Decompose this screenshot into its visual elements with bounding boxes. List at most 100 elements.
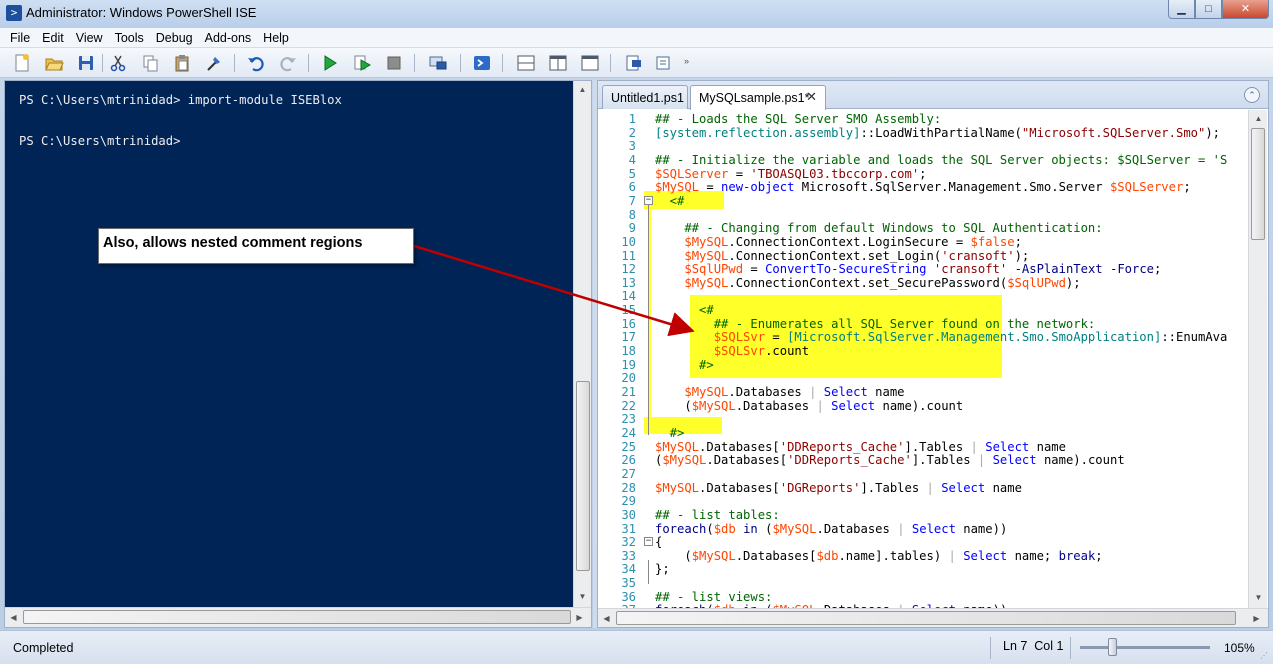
line-number: 27 bbox=[621, 466, 636, 481]
tab-label: Untitled1.ps1 bbox=[611, 91, 684, 105]
scroll-thumb[interactable] bbox=[616, 611, 1236, 625]
menu-view[interactable]: View bbox=[70, 28, 109, 47]
line-number: 16 bbox=[621, 316, 636, 331]
fold-collapse-icon[interactable]: − bbox=[644, 537, 653, 546]
line-number: 5 bbox=[628, 166, 636, 181]
tab-mysqlsample[interactable]: MySQLsample.ps1* ✕ bbox=[690, 85, 826, 110]
layout-right-icon[interactable] bbox=[548, 53, 568, 73]
console-vertical-scrollbar[interactable]: ▲ ▼ bbox=[573, 81, 591, 607]
console-horizontal-scrollbar[interactable]: ◀ ▶ bbox=[5, 607, 591, 627]
menu-file[interactable]: File bbox=[4, 28, 36, 47]
toolbar-overflow-icon[interactable]: » bbox=[684, 56, 689, 66]
line-number: 7 bbox=[628, 193, 636, 208]
editor-vertical-scrollbar[interactable]: ▲ ▼ bbox=[1248, 110, 1267, 608]
scroll-thumb[interactable] bbox=[1251, 128, 1265, 240]
tab-untitled1[interactable]: Untitled1.ps1 bbox=[602, 85, 688, 109]
resize-grip-icon[interactable]: ⋰ bbox=[1260, 651, 1270, 661]
code-line: foreach($db in ($MySQL.Databases | Selec… bbox=[655, 521, 1008, 536]
line-number: 10 bbox=[621, 234, 636, 249]
code-line: <# bbox=[655, 193, 685, 208]
menu-addons[interactable]: Add-ons bbox=[199, 28, 258, 47]
code-line: }; bbox=[655, 562, 670, 577]
line-number: 30 bbox=[621, 507, 636, 522]
status-separator bbox=[1070, 637, 1071, 659]
line-number: 24 bbox=[621, 425, 636, 440]
new-file-icon[interactable] bbox=[12, 53, 32, 73]
line-number: 20 bbox=[621, 371, 636, 386]
status-bar: Completed Ln 7 Col 1 105% ⋰ bbox=[0, 630, 1273, 664]
line-number: 29 bbox=[621, 494, 636, 509]
minimize-button[interactable]: ▁ bbox=[1168, 0, 1195, 19]
toolbar-separator bbox=[308, 54, 309, 72]
tab-label: MySQLsample.ps1* bbox=[699, 91, 810, 105]
line-number: 17 bbox=[621, 330, 636, 345]
highlight-region bbox=[649, 209, 651, 425]
run-selection-icon[interactable] bbox=[352, 53, 372, 73]
save-icon[interactable] bbox=[76, 53, 96, 73]
show-command-icon[interactable] bbox=[624, 53, 644, 73]
menu-debug[interactable]: Debug bbox=[150, 28, 199, 47]
tab-close-icon[interactable]: ✕ bbox=[806, 89, 817, 105]
code-line: $SQLSvr.count bbox=[713, 344, 810, 359]
scroll-right-icon[interactable]: ▶ bbox=[571, 609, 588, 626]
toolbar-separator bbox=[460, 54, 461, 72]
scroll-right-icon[interactable]: ▶ bbox=[1248, 610, 1265, 627]
remote-powershell-icon[interactable] bbox=[428, 53, 448, 73]
menu-help[interactable]: Help bbox=[257, 28, 295, 47]
line-number: 35 bbox=[621, 576, 636, 591]
line-number: 14 bbox=[621, 289, 636, 304]
collapse-script-pane-icon[interactable]: ⌃ bbox=[1244, 87, 1260, 103]
toolbar-separator bbox=[414, 54, 415, 72]
line-number: 33 bbox=[621, 548, 636, 563]
scroll-down-icon[interactable]: ▼ bbox=[574, 588, 591, 605]
scroll-down-icon[interactable]: ▼ bbox=[1250, 589, 1267, 606]
stop-icon[interactable] bbox=[384, 53, 404, 73]
powershell-icon[interactable] bbox=[472, 53, 492, 73]
scroll-left-icon[interactable]: ◀ bbox=[598, 610, 615, 627]
maximize-button[interactable]: □ bbox=[1195, 0, 1222, 19]
code-line: $SqlUPwd = ConvertTo-SecureString 'crans… bbox=[684, 262, 1162, 277]
scroll-thumb[interactable] bbox=[576, 381, 590, 571]
scroll-left-icon[interactable]: ◀ bbox=[5, 609, 22, 626]
annotation-callout: Also, allows nested comment regions bbox=[98, 228, 414, 264]
fold-collapse-icon[interactable]: − bbox=[644, 196, 653, 205]
paste-icon[interactable] bbox=[172, 53, 192, 73]
console-pane: PS C:\Users\mtrinidad> import-module ISE… bbox=[4, 80, 592, 628]
scroll-thumb[interactable] bbox=[23, 610, 571, 624]
code-line: ## - list views: bbox=[655, 589, 773, 604]
line-number: 18 bbox=[621, 344, 636, 359]
toolbar-separator bbox=[502, 54, 503, 72]
redo-icon[interactable] bbox=[278, 53, 298, 73]
code-line: ($MySQL.Databases | Select name).count bbox=[655, 398, 964, 413]
layout-max-icon[interactable] bbox=[580, 53, 600, 73]
zoom-slider[interactable] bbox=[1080, 646, 1210, 649]
menu-tools[interactable]: Tools bbox=[109, 28, 150, 47]
fold-guide bbox=[648, 203, 649, 435]
line-number: 8 bbox=[628, 207, 636, 222]
close-button[interactable]: ✕ bbox=[1222, 0, 1269, 19]
line-number: 1 bbox=[628, 112, 636, 126]
zoom-slider-thumb[interactable] bbox=[1107, 638, 1117, 656]
code-line: ($MySQL.Databases['DDReports_Cache'].Tab… bbox=[655, 453, 1125, 468]
clear-console-icon[interactable] bbox=[204, 53, 224, 73]
line-number: 13 bbox=[621, 275, 636, 290]
code-editor[interactable]: − − 1 ## - Loads the SQL Server SMO Assem… bbox=[598, 110, 1248, 608]
scroll-up-icon[interactable]: ▲ bbox=[1250, 110, 1267, 127]
code-line: #> bbox=[655, 357, 714, 372]
line-number: 12 bbox=[621, 262, 636, 277]
editor-horizontal-scrollbar[interactable]: ◀ ▶ bbox=[598, 608, 1268, 627]
code-line: $MySQL.ConnectionContext.LoginSecure = $… bbox=[684, 234, 1022, 249]
open-file-icon[interactable] bbox=[44, 53, 64, 73]
title-bar[interactable]: > Administrator: Windows PowerShell ISE … bbox=[0, 0, 1273, 28]
line-number: 34 bbox=[621, 562, 636, 577]
layout-top-icon[interactable] bbox=[516, 53, 536, 73]
undo-icon[interactable] bbox=[246, 53, 266, 73]
scroll-up-icon[interactable]: ▲ bbox=[574, 81, 591, 98]
console-output[interactable]: PS C:\Users\mtrinidad> import-module ISE… bbox=[5, 81, 573, 607]
cut-icon[interactable] bbox=[108, 53, 128, 73]
menu-edit[interactable]: Edit bbox=[36, 28, 70, 47]
code-line: $MySQL = new-object Microsoft.SqlServer.… bbox=[655, 180, 1191, 195]
run-icon[interactable] bbox=[320, 53, 340, 73]
show-script-pane-icon[interactable] bbox=[654, 53, 674, 73]
copy-icon[interactable] bbox=[140, 53, 160, 73]
